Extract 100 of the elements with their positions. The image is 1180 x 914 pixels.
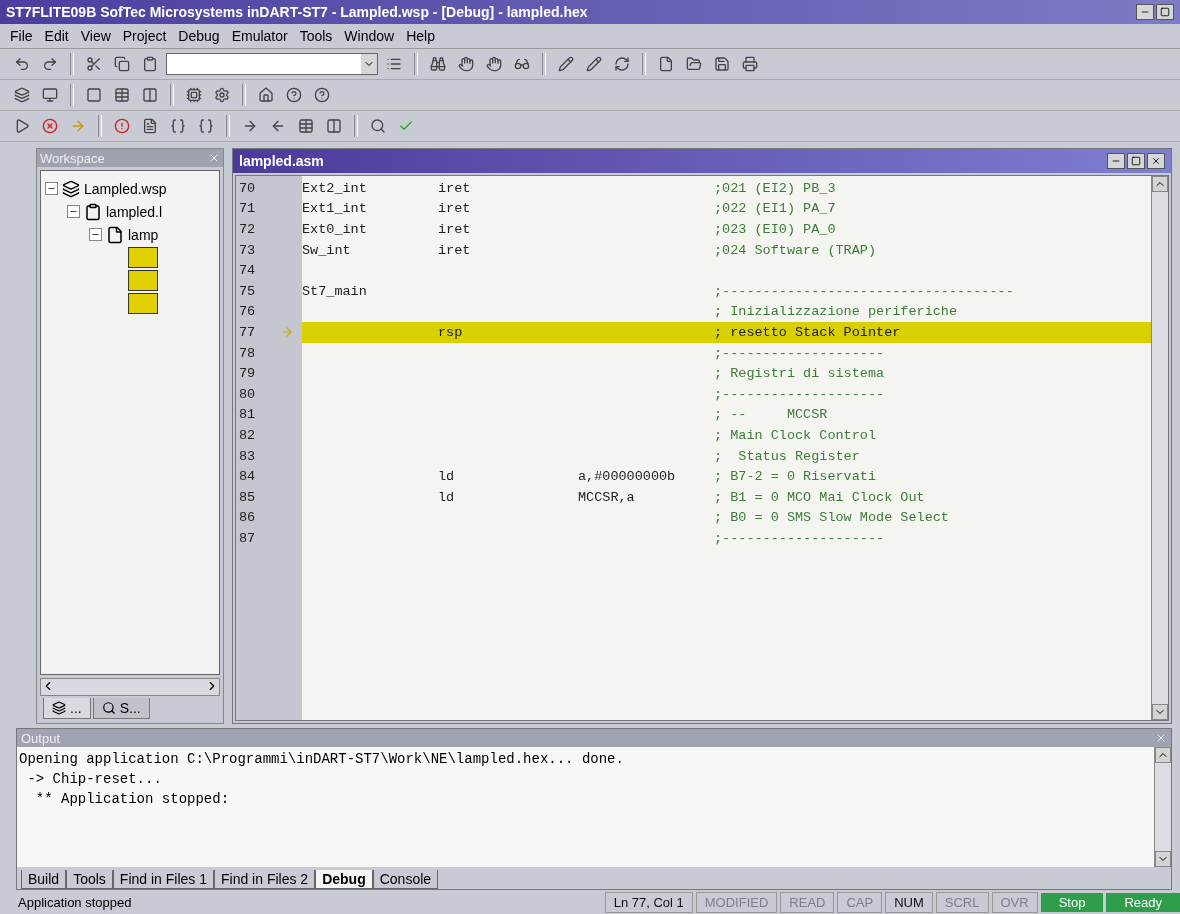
line-number: 87	[239, 530, 256, 546]
code-comment: ;--------------------	[714, 345, 885, 361]
menu-item[interactable]: File	[10, 28, 33, 44]
menu-item[interactable]: Edit	[44, 28, 69, 44]
line-number: 82	[239, 427, 256, 443]
collapse-toggle[interactable]	[45, 182, 58, 195]
code-comment: ;021 (EI2) PB_3	[714, 180, 836, 196]
cursor-position: Ln 77, Col 1	[604, 891, 693, 913]
close-button[interactable]	[1147, 153, 1165, 169]
line-number: 85	[239, 489, 256, 505]
code-label: St7_main	[302, 283, 367, 299]
line-number: 83	[239, 448, 256, 464]
line-number: 76	[239, 304, 256, 320]
code-mnemonic: iret	[438, 201, 471, 217]
code-label: Ext1_int	[302, 201, 367, 217]
output-tab[interactable]: Find in Files 1	[112, 870, 214, 889]
output-tab[interactable]: Console	[372, 870, 439, 889]
collapse-toggle[interactable]	[89, 228, 102, 241]
line-number: 75	[239, 283, 256, 299]
code-mnemonic: ld	[438, 489, 455, 505]
status-message: Application stopped	[18, 894, 133, 910]
menu-item[interactable]: Debug	[178, 28, 220, 44]
status-indicator: NUM	[885, 891, 933, 913]
scroll-down-button[interactable]	[1152, 704, 1168, 720]
code-comment: ;024 Software (TRAP)	[714, 242, 877, 258]
menu-item[interactable]: View	[80, 28, 111, 44]
editor-title: lampled.asm	[239, 153, 324, 169]
minimize-button[interactable]	[1107, 153, 1125, 169]
scroll-up-button[interactable]	[1155, 747, 1171, 763]
panel-tab[interactable]: ...	[43, 698, 91, 719]
code-comment: ; B0 = 0 SMS Slow Mode Select	[714, 510, 949, 526]
code-comment: ; B1 = 0 MCO Mai Clock Out	[714, 489, 925, 505]
clipboard-icon	[84, 202, 102, 221]
status-indicator: CAP	[837, 891, 883, 913]
output-tab[interactable]: Build	[21, 870, 67, 889]
line-number: 86	[239, 510, 256, 526]
close-icon	[1151, 156, 1161, 166]
folder-icon	[128, 293, 158, 314]
code-comment: ; Inizializzazione periferiche	[714, 304, 958, 320]
maximize-button[interactable]	[1156, 4, 1174, 20]
line-number: 79	[239, 366, 256, 382]
code-label: Ext2_int	[302, 180, 367, 196]
line-number: 77	[239, 324, 256, 340]
status-indicator: OVR	[991, 891, 1038, 913]
line-number: 73	[239, 242, 256, 258]
scroll-up-button[interactable]	[1152, 176, 1168, 192]
panel-title: Output	[21, 730, 61, 746]
minimize-button[interactable]	[1136, 4, 1154, 20]
folder-icon	[128, 247, 158, 268]
status-indicator: MODIFIED	[695, 891, 778, 913]
output-line: -> Chip-reset...	[26, 770, 163, 789]
code-comment: ;--------------------	[714, 530, 885, 546]
status-indicator: SCRL	[935, 891, 989, 913]
window-title: ST7FLITE09B SofTec Microsystems inDART-ST7 - Lampled.wsp - [Debug] - lampled.hex	[6, 4, 588, 20]
status-state: Ready	[1106, 892, 1180, 912]
panel-tab[interactable]: S...	[92, 698, 150, 719]
maximize-icon	[1160, 7, 1170, 17]
menu-item[interactable]: Emulator	[231, 28, 288, 44]
maximize-button[interactable]	[1127, 153, 1145, 169]
code-comment: ; Registri di sistema	[714, 366, 885, 382]
code-comment: ;023 (EI0) PA_0	[714, 222, 836, 237]
menu-item[interactable]: Project	[122, 28, 167, 44]
line-number: 80	[239, 386, 256, 402]
vertical-scrollbar[interactable]	[1151, 176, 1168, 720]
line-number: 84	[239, 469, 256, 485]
combo-box[interactable]	[166, 53, 378, 75]
panel-title: Workspace	[40, 150, 105, 166]
output-tab[interactable]: Find in Files 2	[214, 870, 316, 889]
code-mnemonic: rsp	[438, 324, 463, 340]
output-tab[interactable]: Tools	[66, 870, 113, 889]
horizontal-scrollbar[interactable]	[40, 678, 220, 696]
code-operand: MCCSR,a	[578, 489, 635, 505]
collapse-toggle[interactable]	[67, 205, 80, 218]
code-comment: ; Main Clock Control	[714, 427, 877, 443]
code-mnemonic: iret	[438, 242, 471, 258]
code-label: Ext0_int	[302, 222, 367, 237]
search-icon	[101, 701, 116, 715]
folder-icon	[128, 270, 158, 291]
code-mnemonic: iret	[438, 180, 471, 196]
vertical-scrollbar[interactable]	[1154, 747, 1171, 867]
file-icon	[106, 225, 124, 244]
tree-item[interactable]: lampled.l	[106, 203, 163, 220]
line-number: 70	[239, 180, 256, 196]
code-comment: ; -- MCCSR	[714, 407, 828, 423]
output-tab[interactable]: Debug	[315, 870, 373, 889]
tree-item[interactable]: lamp	[128, 226, 159, 243]
menu-item[interactable]: Tools	[299, 28, 333, 44]
line-number: 72	[239, 222, 256, 237]
scroll-down-button[interactable]	[1155, 851, 1171, 867]
status-state: Stop	[1040, 892, 1104, 912]
status-indicator: READ	[780, 891, 835, 913]
code-mnemonic: ld	[438, 469, 455, 485]
menu-item[interactable]: Window	[344, 28, 395, 44]
line-number: 71	[239, 201, 256, 217]
line-number: 78	[239, 345, 256, 361]
tree-item[interactable]: Lampled.wsp	[84, 180, 167, 197]
output-line: Opening application C:\Programmi\inDART-ST7\Work\NE\lampled.hex... done.	[19, 750, 625, 769]
output-line: ** Application stopped:	[34, 790, 231, 809]
menu-item[interactable]: Help	[406, 28, 435, 44]
code-mnemonic: iret	[438, 222, 471, 237]
